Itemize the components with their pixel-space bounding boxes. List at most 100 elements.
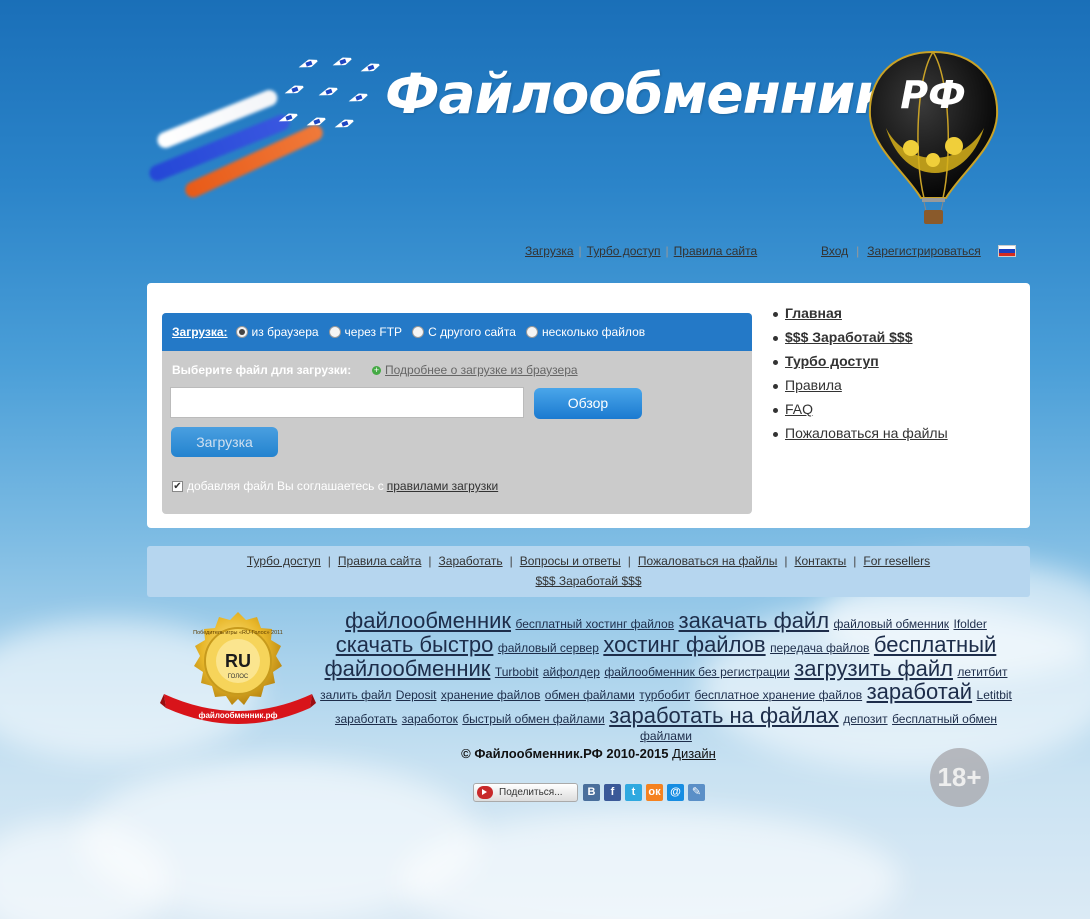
footer-earn-money-link[interactable]: $$$ Заработай $$$	[535, 574, 641, 588]
tag-link[interactable]: обмен файлами	[545, 688, 635, 702]
design-link[interactable]: Дизайн	[672, 746, 716, 761]
tag-link[interactable]: бесплатный хостинг файлов	[515, 617, 674, 631]
tag-link[interactable]: файлообменник	[345, 608, 511, 633]
odnoklassniki-icon[interactable]: ок	[646, 784, 663, 801]
menu-report-link[interactable]: Пожаловаться на файлы	[785, 425, 948, 441]
footer-report-link[interactable]: Пожаловаться на файлы	[638, 554, 777, 568]
tag-link[interactable]: заработать	[335, 712, 397, 726]
side-menu-item: $$$ Заработай $$$	[773, 329, 948, 346]
side-menu-item: Пожаловаться на файлы	[773, 425, 948, 442]
copyright: © Файлообменник.РФ 2010-2015 Дизайн	[0, 746, 1090, 761]
browse-button[interactable]: Обзор	[534, 388, 642, 419]
tag-link[interactable]: Turbobit	[495, 665, 539, 679]
badge-ring-text: Победитель игры «RU-Голос» 2011	[193, 630, 283, 636]
tag-link[interactable]: файловый сервер	[498, 641, 599, 655]
vk-icon[interactable]: В	[583, 784, 600, 801]
livejournal-icon[interactable]: ✎	[688, 784, 705, 801]
tag-link[interactable]: Ifolder	[953, 617, 986, 631]
side-menu-item: Правила	[773, 377, 948, 394]
tag-link[interactable]: летитбит	[957, 665, 1007, 679]
tag-link[interactable]: заработок	[402, 712, 458, 726]
tag-cloud: файлообменник бесплатный хостинг файлов …	[316, 609, 1016, 745]
share-button[interactable]: Поделиться...	[473, 783, 578, 802]
login-link[interactable]: Вход	[821, 244, 848, 258]
age-rating-badge: 18+	[930, 748, 989, 807]
radio-icon	[525, 326, 538, 338]
radio-icon	[412, 326, 425, 338]
ru-golos-award-badge: RU ГОЛОС Победитель игры «RU-Голос» 2011…	[160, 612, 316, 724]
method-multiple-radio[interactable]: несколько файлов	[525, 325, 645, 339]
upload-label[interactable]: Загрузка:	[172, 325, 228, 339]
footer-resellers-link[interactable]: For resellers	[863, 554, 930, 568]
menu-rules-link[interactable]: Правила	[785, 377, 842, 393]
tag-link[interactable]: файловый обменник	[834, 617, 950, 631]
tag-link[interactable]: быстрый обмен файлами	[462, 712, 604, 726]
share-icon	[477, 786, 493, 799]
menu-home-link[interactable]: Главная	[785, 305, 842, 321]
menu-earn-link[interactable]: $$$ Заработай $$$	[785, 329, 913, 345]
tag-link[interactable]: хранение файлов	[441, 688, 540, 702]
tag-link[interactable]: файлообменник без регистрации	[604, 665, 789, 679]
menu-turbo-link[interactable]: Турбо доступ	[785, 353, 879, 369]
radio-icon	[328, 326, 341, 338]
jets-formation-icon	[276, 56, 386, 136]
plus-icon: +	[372, 365, 381, 376]
tag-link[interactable]: залить файл	[320, 688, 391, 702]
more-info-link[interactable]: Подробнее о загрузке из браузера	[385, 363, 578, 377]
balloon-logo-icon: РФ	[868, 50, 999, 224]
tag-link[interactable]: загрузить файл	[794, 656, 953, 681]
tag-link[interactable]: депозит	[843, 712, 887, 726]
method-remote-radio[interactable]: С другого сайта	[412, 325, 516, 339]
side-menu: Главная $$$ Заработай $$$ Турбо доступ П…	[773, 305, 948, 449]
menu-faq-link[interactable]: FAQ	[785, 401, 813, 417]
register-link[interactable]: Зарегистрироваться	[867, 244, 980, 258]
side-menu-item: Турбо доступ	[773, 353, 948, 370]
mailru-icon[interactable]: @	[667, 784, 684, 801]
russian-flag-icon[interactable]	[998, 245, 1016, 257]
footer-rules-link[interactable]: Правила сайта	[338, 554, 421, 568]
upload-rules-link[interactable]: правилами загрузки	[387, 479, 498, 493]
agree-checkbox[interactable]: ✔	[172, 480, 183, 492]
tag-link[interactable]: заработай	[867, 679, 973, 704]
method-browser-radio[interactable]: из браузера	[235, 325, 319, 339]
footer-turbo-link[interactable]: Турбо доступ	[247, 554, 321, 568]
footer-earn-link[interactable]: Заработать	[439, 554, 503, 568]
topnav-upload-link[interactable]: Загрузка	[525, 244, 574, 258]
footer-contacts-link[interactable]: Контакты	[794, 554, 846, 568]
twitter-icon[interactable]: t	[625, 784, 642, 801]
more-info: + Подробнее о загрузке из браузера	[372, 363, 578, 377]
agree-rules: ✔ добавляя файл Вы соглашаетесь с правил…	[172, 479, 498, 493]
balloon-text: РФ	[900, 73, 966, 117]
tag-link[interactable]: Letitbit	[977, 688, 1012, 702]
tag-link[interactable]: хостинг файлов	[603, 632, 765, 657]
file-path-input[interactable]	[170, 387, 524, 418]
method-ftp-radio[interactable]: через FTP	[328, 325, 402, 339]
badge-subtitle: ГОЛОС	[228, 674, 249, 680]
tag-link[interactable]: бесплатное хранение файлов	[695, 688, 863, 702]
tag-link[interactable]: заработать на файлах	[609, 703, 839, 728]
side-menu-item: FAQ	[773, 401, 948, 418]
site-logo-title[interactable]: Файлообменник	[385, 62, 892, 126]
upload-button[interactable]: Загрузка	[171, 427, 278, 457]
upload-method-bar: Загрузка: из браузера через FTP С другог…	[162, 313, 752, 351]
side-menu-item: Главная	[773, 305, 948, 322]
badge-title: RU	[225, 651, 251, 671]
tag-link[interactable]: закачать файл	[679, 608, 830, 633]
topnav-turbo-link[interactable]: Турбо доступ	[587, 244, 661, 258]
agree-text: добавляя файл Вы соглашаетесь с	[187, 479, 384, 493]
tag-link[interactable]: Deposit	[396, 688, 437, 702]
tag-link[interactable]: айфолдер	[543, 665, 600, 679]
footer-nav: Турбо доступ | Правила сайта | Заработать | Во…	[147, 546, 1030, 597]
tag-link[interactable]: передача файлов	[770, 641, 869, 655]
top-nav: Загрузка | Турбо доступ | Правила сайта	[525, 244, 758, 258]
footer-faq-link[interactable]: Вопросы и ответы	[520, 554, 621, 568]
topnav-rules-link[interactable]: Правила сайта	[674, 244, 757, 258]
auth-nav: Вход | Зарегистрироваться	[821, 244, 981, 258]
share-bar: Поделиться... Вf t ок @ ✎	[473, 783, 709, 802]
tag-link[interactable]: турбобит	[639, 688, 690, 702]
badge-ribbon-text: файлообменник.рф	[198, 711, 277, 720]
facebook-icon[interactable]: f	[604, 784, 621, 801]
upload-form: Загрузка: из браузера через FTP С другог…	[162, 313, 752, 514]
tag-link[interactable]: скачать быстро	[336, 632, 494, 657]
copyright-text: © Файлообменник.РФ 2010-2015	[461, 746, 669, 761]
